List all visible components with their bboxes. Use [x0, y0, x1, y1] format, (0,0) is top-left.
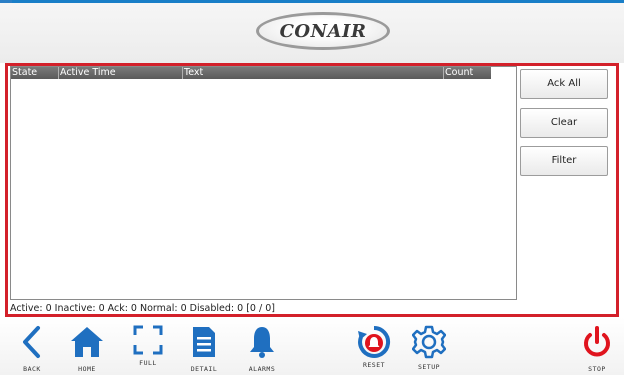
alarm-list[interactable]: State Active Time Text Count — [10, 66, 517, 300]
logo-text: CONAIR — [279, 20, 367, 42]
header: CONAIR — [0, 3, 624, 63]
setup-label: SETUP — [417, 363, 441, 371]
document-icon — [193, 327, 215, 357]
alarms-label: ALARMS — [248, 365, 276, 373]
bottom-toolbar: BACK HOME FULL DETAIL ALARMS RESET SETUP… — [0, 317, 624, 375]
setup-button[interactable]: SETUP — [404, 317, 454, 375]
reset-button[interactable]: RESET — [349, 317, 399, 375]
full-screen-button[interactable]: FULL — [123, 317, 173, 375]
alarm-status-summary: Active: 0 Inactive: 0 Ack: 0 Normal: 0 D… — [10, 303, 275, 314]
reset-label: RESET — [362, 361, 386, 369]
bell-icon — [250, 327, 274, 358]
detail-button[interactable]: DETAIL — [179, 317, 229, 375]
back-button[interactable]: BACK — [7, 317, 57, 375]
reset-alarm-icon — [358, 325, 391, 358]
column-header-active-time[interactable]: Active Time — [58, 67, 183, 79]
column-header-state[interactable]: State — [11, 67, 58, 79]
conair-logo: CONAIR — [256, 12, 390, 50]
filter-button[interactable]: Filter — [520, 146, 608, 176]
fullscreen-icon — [133, 325, 163, 355]
home-button[interactable]: HOME — [62, 317, 112, 375]
stop-label: STOP — [588, 365, 606, 373]
ack-all-button[interactable]: Ack All — [520, 69, 608, 99]
home-icon — [71, 327, 103, 357]
column-header-count[interactable]: Count — [443, 67, 492, 79]
back-label: BACK — [23, 365, 41, 373]
full-label: FULL — [139, 359, 157, 367]
detail-label: DETAIL — [190, 365, 218, 373]
column-header-text[interactable]: Text — [182, 67, 444, 79]
back-icon — [23, 326, 40, 358]
gear-icon — [412, 325, 446, 359]
power-icon — [584, 326, 610, 357]
alarms-button[interactable]: ALARMS — [237, 317, 287, 375]
clear-button[interactable]: Clear — [520, 108, 608, 138]
alarm-list-header: State Active Time Text Count — [11, 67, 491, 79]
home-label: HOME — [78, 365, 96, 373]
stop-button[interactable]: STOP — [572, 317, 622, 375]
